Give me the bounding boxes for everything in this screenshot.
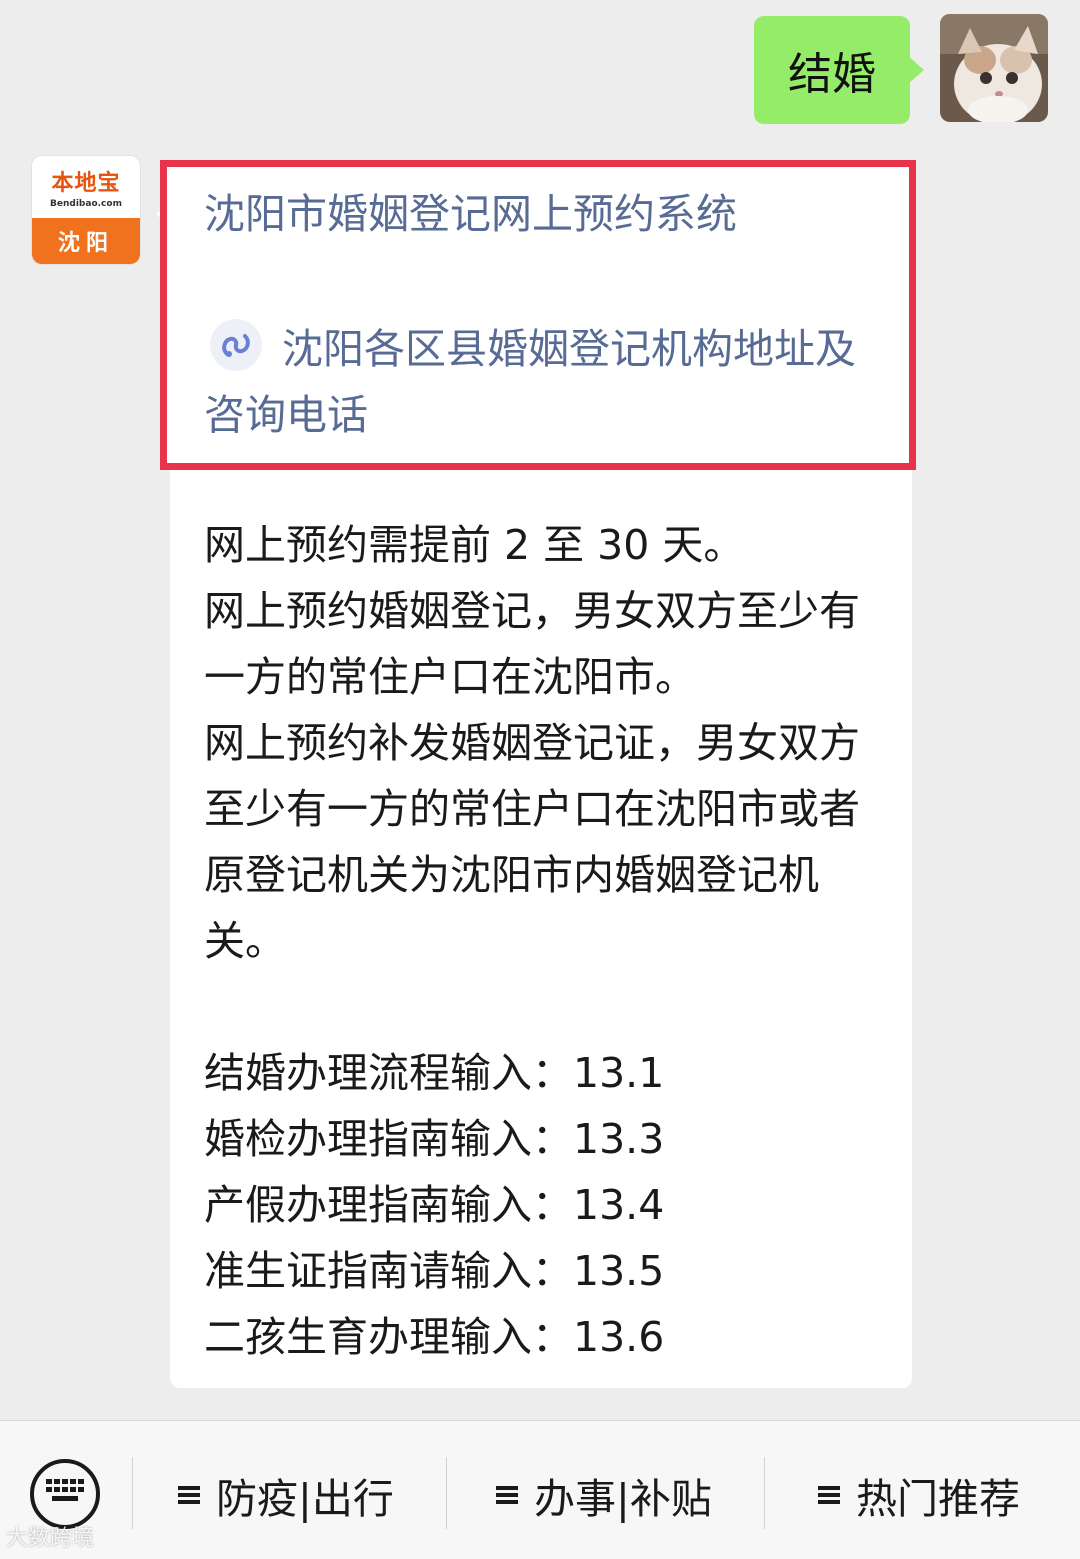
menu-item-hot-picks[interactable]: 热门推荐 [818, 1465, 1020, 1525]
cat-avatar-image [940, 14, 1048, 122]
menu-divider [132, 1457, 133, 1529]
guide-item: 结婚办理流程输入：13.1 [204, 1049, 665, 1097]
menu-icon [496, 1484, 518, 1506]
official-account-menu-bar: 防疫|出行 办事|补贴 热门推荐 [0, 1420, 1080, 1559]
menu-divider [446, 1457, 447, 1529]
menu-item-epidemic-travel[interactable]: 防疫|出行 [178, 1465, 394, 1525]
mini-program-icon [210, 319, 262, 371]
guide-item: 准生证指南请输入：13.5 [204, 1247, 665, 1295]
note-paragraph: 网上预约补发婚姻登记证，男女双方至少有一方的常住户口在沈阳市或者原登记机关为沈阳… [204, 719, 860, 965]
user-avatar[interactable] [940, 14, 1048, 122]
menu-item-label: 防疫|出行 [216, 1475, 394, 1523]
menu-item-services-subsidy[interactable]: 办事|补贴 [496, 1465, 712, 1525]
logo-city-text: 沈阳 [32, 218, 140, 264]
menu-item-label: 办事|补贴 [534, 1475, 712, 1523]
outgoing-message-text: 结婚 [788, 49, 876, 100]
menu-item-label: 热门推荐 [856, 1475, 1020, 1523]
logo-domain-text: Bendibao.com [50, 199, 122, 209]
mini-program-link-text: 沈阳各区县婚姻登记机构地址及咨询电话 [204, 325, 856, 439]
mini-program-link[interactable]: 沈阳各区县婚姻登记机构地址及咨询电话 [204, 316, 894, 448]
note-paragraph: 网上预约需提前 2 至 30 天。 [204, 521, 745, 569]
reservation-system-link[interactable]: 沈阳市婚姻登记网上预约系统 [204, 186, 737, 242]
bendibao-logo: 本地宝 Bendibao.com [32, 156, 140, 218]
reservation-notes: 网上预约需提前 2 至 30 天。 网上预约婚姻登记，男女双方至少有一方的常住户… [204, 512, 894, 974]
guide-item: 二孩生育办理输入：13.6 [204, 1313, 665, 1361]
outgoing-message-bubble[interactable]: 结婚 [754, 16, 924, 124]
guide-item: 婚检办理指南输入：13.3 [204, 1115, 665, 1163]
guide-item: 产假办理指南输入：13.4 [204, 1181, 665, 1229]
keyboard-icon [46, 1479, 84, 1501]
guide-list: 结婚办理流程输入：13.1 婚检办理指南输入：13.3 产假办理指南输入：13.… [204, 1040, 894, 1370]
menu-icon [178, 1484, 200, 1506]
menu-divider [764, 1457, 765, 1529]
watermark: 大数跨境 [6, 1526, 95, 1551]
bendibao-avatar[interactable]: 本地宝 Bendibao.com 沈阳 [32, 156, 140, 264]
logo-brand-text: 本地宝 [51, 171, 121, 196]
keyboard-toggle-button[interactable] [30, 1459, 100, 1529]
note-paragraph: 网上预约婚姻登记，男女双方至少有一方的常住户口在沈阳市。 [204, 587, 860, 701]
menu-icon [818, 1484, 840, 1506]
